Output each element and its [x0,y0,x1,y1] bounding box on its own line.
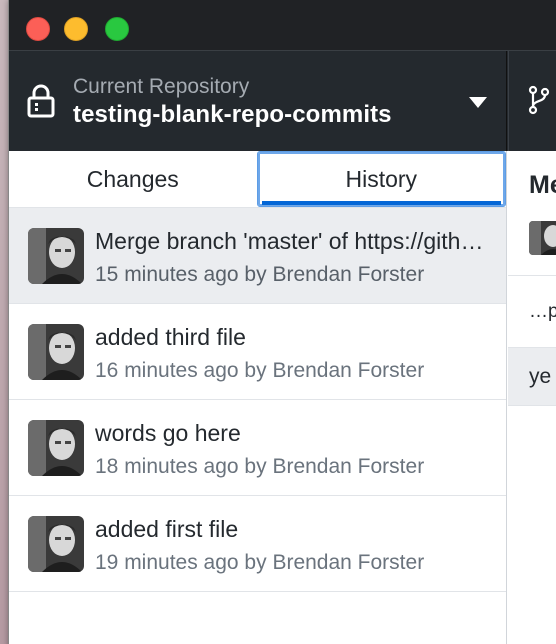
selected-file-label: ye [529,365,552,388]
current-repository-label: Current Repository [73,75,250,98]
git-branch-icon [528,85,550,115]
avatar [28,324,84,380]
commit-meta: 15 minutes ago by Brendan Forster [95,263,425,286]
repository-selector[interactable]: Current Repository testing-blank-repo-co… [9,51,507,151]
current-branch-selector[interactable] [508,51,556,151]
commit-meta: 16 minutes ago by Brendan Forster [95,359,425,382]
toolbar: Current Repository testing-blank-repo-co… [9,50,556,151]
close-window-button[interactable] [26,17,50,41]
app-window: Current Repository testing-blank-repo-co… [8,0,556,644]
commit-summary: words go here [95,420,241,446]
tab-bar: Changes History [9,151,506,208]
commit-detail-pane: Me …p ye [508,151,556,644]
history-sidebar: Changes History Merge branch 'master' of… [9,151,507,644]
commit-meta: 19 minutes ago by Brendan Forster [95,551,425,574]
selected-file-item[interactable]: ye [508,348,556,406]
commit-meta: 18 minutes ago by Brendan Forster [95,455,425,478]
changed-file-item[interactable]: …p [529,301,556,323]
commit-summary: added first file [95,516,239,542]
title-bar [9,0,556,50]
divider [508,275,556,276]
commit-list-item[interactable]: words go here 18 minutes ago by Brendan … [9,400,506,496]
repository-name: testing-blank-repo-commits [73,101,392,128]
avatar [28,516,84,572]
commit-summary: Merge branch 'master' of https://github.… [95,228,495,254]
commit-list-item[interactable]: added third file 16 minutes ago by Brend… [9,304,506,400]
tab-history[interactable]: History [256,151,506,207]
avatar [529,221,556,255]
lock-icon [27,84,55,118]
triangle-down-icon [469,97,487,108]
commit-detail-title: Me [529,171,556,199]
commit-summary: added third file [95,324,246,350]
tab-changes[interactable]: Changes [9,151,257,207]
commit-list-item[interactable]: Merge branch 'master' of https://github.… [9,208,506,304]
commit-list: Merge branch 'master' of https://github.… [9,208,506,592]
commit-list-item[interactable]: added first file 19 minutes ago by Brend… [9,496,506,592]
avatar [28,228,84,284]
maximize-window-button[interactable] [105,17,129,41]
minimize-window-button[interactable] [64,17,88,41]
avatar [28,420,84,476]
